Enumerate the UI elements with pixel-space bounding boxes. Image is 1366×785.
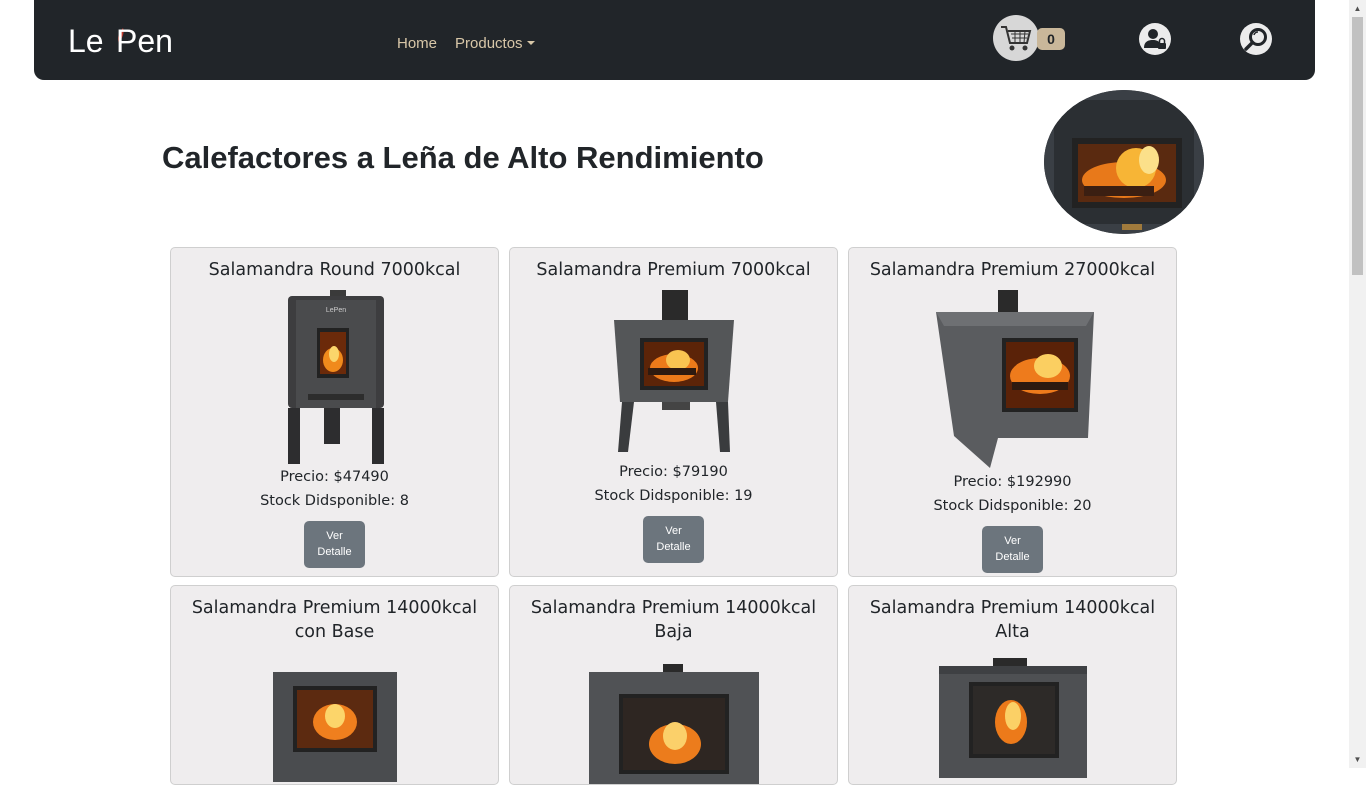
nav-home-link[interactable]: Home [397, 35, 437, 52]
product-card: Salamandra Round 7000kcal LePen Precio: … [170, 247, 499, 577]
product-card: Salamandra Premium 27000kcal Precio: $19… [848, 247, 1177, 577]
search-icon [1244, 28, 1267, 51]
view-detail-button[interactable]: Ver Detalle [304, 521, 365, 568]
product-price: Precio: $192990 [953, 474, 1072, 490]
product-name: Salamandra Premium 7000kcal [536, 260, 811, 280]
product-name: Salamandra Premium 14000kcal con Base [191, 598, 478, 642]
cart-button[interactable] [993, 15, 1039, 61]
nav-links: Home Productos [397, 35, 535, 52]
svg-text:Le: Le [68, 23, 104, 59]
user-lock-icon [1144, 29, 1166, 49]
product-stock: Stock Didsponible: 8 [260, 493, 409, 509]
scrollbar-thumb[interactable] [1352, 17, 1363, 275]
product-name: Salamandra Premium 14000kcal Baja [530, 598, 817, 642]
view-detail-button[interactable]: Ver Detalle [982, 526, 1043, 573]
product-image [935, 290, 1094, 468]
svg-text:LePen: LePen [325, 307, 345, 314]
view-detail-label: Ver Detalle [995, 535, 1030, 563]
search-button[interactable] [1240, 23, 1272, 55]
view-detail-label: Ver Detalle [317, 530, 352, 558]
product-name: Salamandra Premium 14000kcal Alta [869, 598, 1156, 642]
scroll-down-icon[interactable]: ▼ [1349, 751, 1366, 768]
product-stock: Stock Didsponible: 19 [594, 488, 753, 504]
svg-text:Pen: Pen [116, 23, 173, 59]
cart-count-badge: 0 [1037, 28, 1065, 50]
product-image [272, 672, 397, 782]
brand-logo[interactable]: Le Pen [68, 20, 183, 64]
product-name: Salamandra Premium 27000kcal [869, 260, 1156, 280]
product-stock: Stock Didsponible: 20 [933, 498, 1092, 514]
caret-down-icon [526, 41, 535, 45]
product-card: Salamandra Premium 7000kcal Precio: $791… [509, 247, 838, 577]
product-price: Precio: $79190 [619, 464, 728, 480]
nav-productos-dropdown[interactable]: Productos [455, 35, 535, 52]
navbar: Le Pen Home Productos 0 [34, 0, 1315, 80]
product-card: Salamandra Premium 14000kcal Alta [848, 585, 1177, 785]
product-image [938, 658, 1087, 778]
nav-productos-label: Productos [455, 35, 523, 52]
view-detail-label: Ver Detalle [656, 525, 691, 553]
page-scrollbar[interactable]: ▲ ▼ [1349, 0, 1366, 768]
product-card: Salamandra Premium 14000kcal con Base [170, 585, 499, 785]
product-image: LePen [287, 290, 384, 464]
user-account-button[interactable] [1139, 23, 1171, 55]
cart-icon [1001, 26, 1032, 51]
view-detail-button[interactable]: Ver Detalle [643, 516, 704, 563]
product-card: Salamandra Premium 14000kcal Baja [509, 585, 838, 785]
page-title: Calefactores a Leña de Alto Rendimiento [162, 140, 764, 175]
hero-stove-image [1044, 90, 1204, 234]
scroll-up-icon[interactable]: ▲ [1349, 0, 1366, 17]
product-image [613, 290, 734, 452]
product-name: Salamandra Round 7000kcal [208, 260, 461, 280]
product-image [588, 664, 759, 784]
product-price: Precio: $47490 [280, 469, 389, 485]
